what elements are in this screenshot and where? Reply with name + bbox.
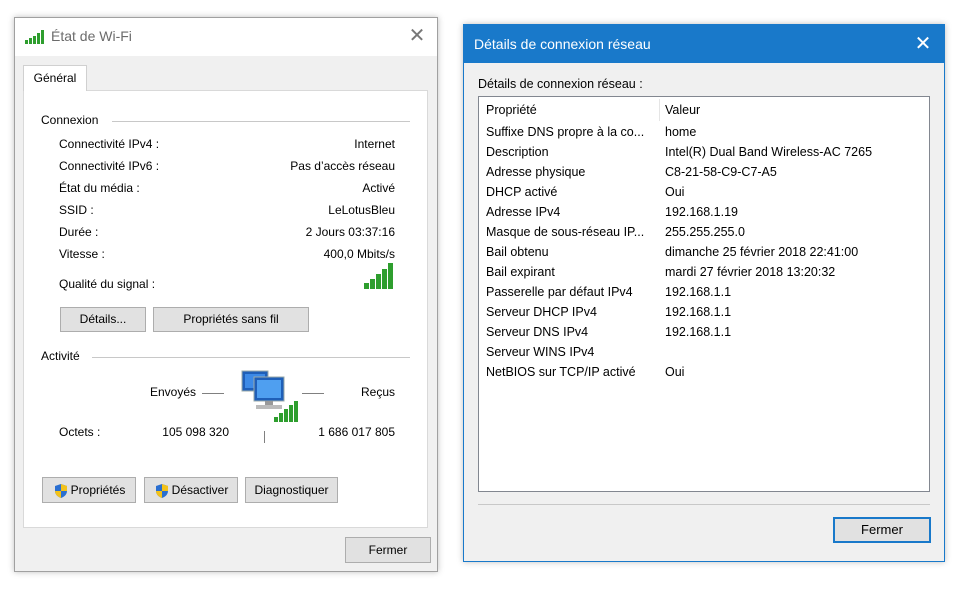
signal-bars-icon xyxy=(364,263,393,289)
sent-line xyxy=(202,393,224,394)
duration-label: Durée : xyxy=(59,225,99,239)
row-property: Description xyxy=(486,145,549,159)
tab-panel-general: Connexion Connectivité IPv4 : Internet C… xyxy=(23,90,428,528)
bytes-received-value: 1 686 017 805 xyxy=(318,425,395,439)
ssid-label: SSID : xyxy=(59,203,94,217)
bytes-label: Octets : xyxy=(59,425,101,439)
wifi-titlebar[interactable]: État de Wi-Fi ✕ xyxy=(15,18,437,56)
activity-separator xyxy=(264,431,265,443)
row-value: 255.255.255.0 xyxy=(665,225,745,239)
details-list-label: Détails de connexion réseau : xyxy=(478,77,643,91)
details-titlebar[interactable]: Détails de connexion réseau ✕ xyxy=(464,25,944,63)
speed-label: Vitesse : xyxy=(59,247,105,261)
diagnose-button[interactable]: Diagnostiquer xyxy=(245,477,338,503)
disable-button-label: Désactiver xyxy=(171,483,229,497)
row-property: Adresse IPv4 xyxy=(486,205,561,219)
uac-shield-icon xyxy=(155,483,168,498)
wifi-status-window: État de Wi-Fi ✕ Connexion Connectivité I… xyxy=(14,17,438,572)
properties-button-label: Propriétés xyxy=(70,483,126,497)
bytes-sent-value: 105 098 320 xyxy=(162,425,229,439)
tab-general[interactable]: Général xyxy=(23,65,87,91)
signal-quality-label: Qualité du signal : xyxy=(59,277,156,291)
details-list[interactable]: Propriété Valeur Suffixe DNS propre à la… xyxy=(478,96,930,492)
ipv4-connectivity-value: Internet xyxy=(354,137,395,151)
ipv6-connectivity-value: Pas d’accès réseau xyxy=(290,159,395,173)
row-value: home xyxy=(665,125,697,139)
row-property: Passerelle par défaut IPv4 xyxy=(486,285,633,299)
ipv6-connectivity-label: Connectivité IPv6 : xyxy=(59,159,160,173)
network-computers-icon xyxy=(241,370,298,422)
row-property: Serveur DNS IPv4 xyxy=(486,325,589,339)
row-property: Suffixe DNS propre à la co... xyxy=(486,125,645,139)
group-divider xyxy=(112,121,410,122)
ipv4-connectivity-label: Connectivité IPv4 : xyxy=(59,137,160,151)
sent-label: Envoyés xyxy=(150,385,197,399)
ssid-value: LeLotusBleu xyxy=(328,203,395,217)
footer-divider xyxy=(478,504,930,505)
column-divider[interactable] xyxy=(659,99,660,121)
close-button[interactable]: Fermer xyxy=(833,517,931,543)
close-icon[interactable]: ✕ xyxy=(407,26,427,46)
disable-button[interactable]: Désactiver xyxy=(144,477,238,503)
wireless-properties-button[interactable]: Propriétés sans fil xyxy=(153,307,309,332)
window-title: Détails de connexion réseau xyxy=(474,36,651,52)
row-property: Bail expirant xyxy=(486,265,555,279)
row-value: 192.168.1.1 xyxy=(665,325,732,339)
details-button[interactable]: Détails... xyxy=(60,307,146,332)
row-property: Bail obtenu xyxy=(486,245,549,259)
media-state-label: État du média : xyxy=(59,181,140,195)
group-divider xyxy=(92,357,410,358)
properties-button[interactable]: Propriétés xyxy=(42,477,136,503)
duration-value: 2 Jours 03:37:16 xyxy=(305,225,395,239)
close-button[interactable]: Fermer xyxy=(345,537,431,563)
row-value: 192.168.1.19 xyxy=(665,205,738,219)
row-value: Oui xyxy=(665,185,685,199)
row-value: Oui xyxy=(665,365,685,379)
row-value: 192.168.1.1 xyxy=(665,305,732,319)
row-property: DHCP activé xyxy=(486,185,558,199)
group-title-activity: Activité xyxy=(41,349,80,363)
row-value: mardi 27 février 2018 13:20:32 xyxy=(665,265,836,279)
column-header-property[interactable]: Propriété xyxy=(486,103,656,117)
row-value: C8-21-58-C9-C7-A5 xyxy=(665,165,777,179)
wifi-signal-icon xyxy=(25,30,44,44)
speed-value: 400,0 Mbits/s xyxy=(323,247,395,261)
received-label: Reçus xyxy=(361,385,396,399)
column-header-value[interactable]: Valeur xyxy=(665,103,915,117)
close-icon[interactable]: ✕ xyxy=(912,33,934,55)
group-title-connection: Connexion xyxy=(41,113,99,127)
uac-shield-icon xyxy=(54,483,67,498)
row-property: Adresse physique xyxy=(486,165,586,179)
row-property: Masque de sous-réseau IP... xyxy=(486,225,645,239)
window-title: État de Wi-Fi xyxy=(51,28,132,44)
row-property: Serveur DHCP IPv4 xyxy=(486,305,597,319)
row-property: Serveur WINS IPv4 xyxy=(486,345,595,359)
connection-details-window: Détails de connexion réseau ✕ Détails de… xyxy=(463,24,945,562)
row-property: NetBIOS sur TCP/IP activé xyxy=(486,365,636,379)
received-line xyxy=(302,393,324,394)
row-value: 192.168.1.1 xyxy=(665,285,732,299)
row-value: dimanche 25 février 2018 22:41:00 xyxy=(665,245,859,259)
media-state-value: Activé xyxy=(362,181,395,195)
row-value: Intel(R) Dual Band Wireless-AC 7265 xyxy=(665,145,873,159)
